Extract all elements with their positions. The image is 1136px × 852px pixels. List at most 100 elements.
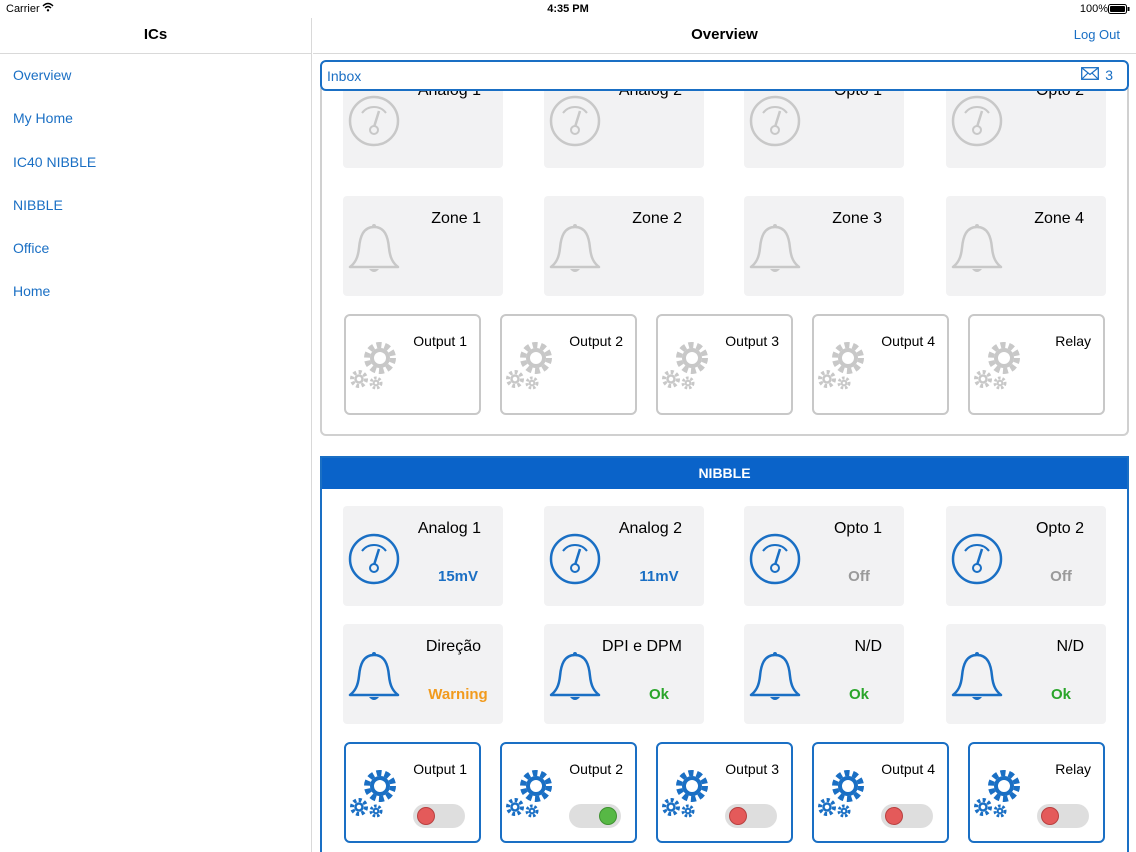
inbox-label: Inbox	[327, 68, 362, 84]
toggle-knob	[729, 807, 747, 825]
output-toggle[interactable]	[413, 804, 465, 828]
output-name: Relay	[1055, 761, 1091, 777]
output-name: Relay	[1055, 333, 1091, 349]
output-name: Output 4	[881, 333, 935, 349]
sidebar-item-nibble[interactable]: NIBBLE	[0, 184, 311, 227]
bell-icon	[748, 222, 802, 283]
zone-tile-nd-2[interactable]: N/D Ok	[946, 624, 1106, 724]
zone-tile-1[interactable]: Zone 1	[343, 196, 503, 296]
output-tile-relay[interactable]: Relay	[968, 742, 1105, 843]
gears-icon	[660, 768, 714, 827]
bell-icon	[548, 222, 602, 283]
status-bar: Carrier 4:35 PM 100%	[0, 0, 1136, 18]
output-tile-2[interactable]: Output 2	[500, 742, 637, 843]
toggle-knob	[885, 807, 903, 825]
gears-icon	[972, 340, 1026, 399]
output-name: Output 2	[569, 333, 623, 349]
sidebar-list: Overview My Home IC40 NIBBLE NIBBLE Offi…	[0, 54, 311, 314]
output-toggle[interactable]	[1037, 804, 1089, 828]
gears-icon	[972, 768, 1026, 827]
output-tile-1[interactable]: Output 1	[344, 314, 481, 415]
gauge-icon	[748, 532, 802, 591]
zone-status: Ok	[1050, 686, 1071, 703]
zone-tile-direcao[interactable]: Direção Warning	[343, 624, 503, 724]
output-tile-3[interactable]: Output 3	[656, 314, 793, 415]
sensor-name: Opto 1	[833, 520, 882, 537]
bell-icon	[347, 650, 401, 711]
zone-status: Ok	[848, 686, 869, 703]
zone-status: Warning	[428, 686, 488, 703]
sidebar-item-my-home[interactable]: My Home	[0, 97, 311, 140]
zone-name: Zone 3	[832, 210, 882, 227]
sensor-name: Opto 2	[1035, 520, 1084, 537]
zone-tile-2[interactable]: Zone 2	[544, 196, 704, 296]
toggle-knob	[599, 807, 617, 825]
log-out-button[interactable]: Log Out	[1074, 18, 1120, 52]
zone-name: Zone 1	[431, 210, 481, 227]
zone-tile-dpi-dpm[interactable]: DPI e DPM Ok	[544, 624, 704, 724]
bell-icon	[748, 650, 802, 711]
gears-icon	[816, 340, 870, 399]
output-name: Output 2	[569, 761, 623, 777]
ic-panel-1: Analog 1 Analog 2 Opto 1 Opto 2 Zone 1 Z…	[320, 68, 1129, 436]
zone-name: Zone 2	[632, 210, 682, 227]
zone-name: Direção	[425, 638, 481, 655]
navigation-bar: Overview Log Out	[313, 18, 1136, 54]
output-toggle[interactable]	[881, 804, 933, 828]
output-name: Output 1	[413, 761, 467, 777]
output-name: Output 1	[413, 333, 467, 349]
sensor-tile-opto-1[interactable]: Opto 1 Off	[744, 506, 904, 606]
sidebar-item-overview[interactable]: Overview	[0, 54, 311, 97]
battery-icon	[1108, 4, 1130, 17]
toggle-knob	[1041, 807, 1059, 825]
gears-icon	[504, 768, 558, 827]
inbox-button[interactable]: Inbox 3	[320, 60, 1129, 91]
zone-name: N/D	[1056, 638, 1084, 655]
sensor-name: Analog 1	[417, 520, 481, 537]
toggle-knob	[417, 807, 435, 825]
output-tile-2[interactable]: Output 2	[500, 314, 637, 415]
gauge-icon	[548, 94, 602, 153]
bell-icon	[548, 650, 602, 711]
output-toggle[interactable]	[725, 804, 777, 828]
sensor-value: 11mV	[639, 568, 679, 585]
battery-percentage: 100%	[1079, 3, 1108, 15]
gauge-icon	[347, 532, 401, 591]
sensor-value: Off	[848, 568, 870, 585]
gauge-icon	[347, 94, 401, 153]
gauge-icon	[950, 532, 1004, 591]
bell-icon	[347, 222, 401, 283]
output-tile-4[interactable]: Output 4	[812, 314, 949, 415]
gears-icon	[348, 340, 402, 399]
main-content: Overview Log Out Inbox 3 Analog 1 Analog…	[313, 18, 1136, 852]
gauge-icon	[748, 94, 802, 153]
sensor-tile-analog-2[interactable]: Analog 2 11mV	[544, 506, 704, 606]
page-title: Overview	[691, 26, 758, 43]
gauge-icon	[548, 532, 602, 591]
sensor-tile-analog-1[interactable]: Analog 1 15mV	[343, 506, 503, 606]
sidebar-item-home[interactable]: Home	[0, 270, 311, 313]
sensor-value: 15mV	[437, 568, 479, 585]
bell-icon	[950, 222, 1004, 283]
sidebar-item-ic40-nibble[interactable]: IC40 NIBBLE	[0, 141, 311, 184]
clock: 4:35 PM	[547, 3, 589, 15]
sensor-tile-opto-2[interactable]: Opto 2 Off	[946, 506, 1106, 606]
inbox-count: 3	[1105, 67, 1113, 83]
sensor-name: Analog 2	[618, 520, 682, 537]
gears-icon	[348, 768, 402, 827]
output-name: Output 3	[725, 761, 779, 777]
output-tile-relay[interactable]: Relay	[968, 314, 1105, 415]
zone-tile-nd-1[interactable]: N/D Ok	[744, 624, 904, 724]
output-tile-3[interactable]: Output 3	[656, 742, 793, 843]
gears-icon	[660, 340, 714, 399]
bell-icon	[950, 650, 1004, 711]
zone-status: Ok	[648, 686, 669, 703]
output-tile-1[interactable]: Output 1	[344, 742, 481, 843]
sidebar-item-office[interactable]: Office	[0, 227, 311, 270]
zone-tile-4[interactable]: Zone 4	[946, 196, 1106, 296]
envelope-icon	[1081, 67, 1100, 83]
sidebar-title: ICs	[0, 18, 311, 54]
output-toggle[interactable]	[569, 804, 621, 828]
output-tile-4[interactable]: Output 4	[812, 742, 949, 843]
zone-tile-3[interactable]: Zone 3	[744, 196, 904, 296]
